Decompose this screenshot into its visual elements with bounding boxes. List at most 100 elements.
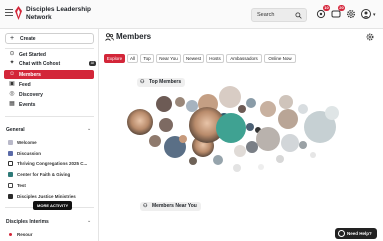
member-avatar[interactable] xyxy=(127,109,153,135)
divider xyxy=(5,116,94,117)
channel-label: Discussion xyxy=(17,150,42,156)
sidebar-item-discovery[interactable]: ◎ Discovery xyxy=(0,90,99,99)
member-avatar[interactable] xyxy=(234,145,246,157)
logo-icon xyxy=(15,6,22,20)
channel-label: Disciples Justice Ministries xyxy=(17,193,76,199)
section-disciples-interims[interactable]: Disciples Interims xyxy=(6,219,49,225)
channel-icon xyxy=(8,150,13,156)
channel-resources[interactable]: Resour xyxy=(0,230,99,239)
member-avatar[interactable] xyxy=(216,113,246,143)
sparkle-icon: ✦ xyxy=(9,60,15,66)
create-button[interactable]: + Create xyxy=(5,33,94,44)
help-label: Need Help? xyxy=(347,231,372,236)
channel-icon xyxy=(8,171,13,177)
divider xyxy=(5,48,94,49)
member-avatar[interactable] xyxy=(278,109,298,129)
chevron-down-icon[interactable]: ⌄ xyxy=(87,126,91,132)
member-avatar[interactable] xyxy=(175,97,185,107)
messages-button[interactable]: 20 xyxy=(331,5,345,19)
members-icon: ☺ xyxy=(9,71,16,77)
channel-icon xyxy=(8,139,13,145)
channel-disciples-justice[interactable]: Disciples Justice Ministries xyxy=(0,192,99,201)
discovery-icon: ◎ xyxy=(9,91,15,97)
group-title: Members Near You xyxy=(152,203,197,209)
sidebar-item-label: Events xyxy=(19,101,36,108)
gear-icon xyxy=(347,10,355,18)
create-label: Create xyxy=(20,36,36,42)
top-bar: Disciples Leadership Network Search 10 2… xyxy=(0,0,383,29)
sidebar-item-get-started[interactable]: ⊙ Get Started xyxy=(0,50,99,59)
sidebar-item-members[interactable]: ☺ Members xyxy=(4,70,94,79)
calendar-icon: ▦ xyxy=(9,101,15,107)
unread-dot-icon xyxy=(9,233,12,236)
tooltip: MORE ACTIVITY xyxy=(33,201,73,210)
channel-label: Test xyxy=(17,182,26,188)
member-avatar[interactable] xyxy=(260,101,276,117)
member-avatar[interactable] xyxy=(310,152,316,158)
sidebar-item-label: Discovery xyxy=(19,91,43,98)
member-avatar[interactable] xyxy=(276,155,284,163)
channel-discussion[interactable]: Discussion xyxy=(0,149,99,158)
compass-icon: ⊙ xyxy=(9,51,15,57)
section-general[interactable]: General xyxy=(6,127,25,133)
channel-icon xyxy=(8,182,13,188)
member-avatar[interactable] xyxy=(233,164,241,172)
user-avatar[interactable] xyxy=(361,9,371,19)
chevron-down-icon[interactable]: ▾ xyxy=(373,12,376,18)
member-avatar[interactable] xyxy=(325,106,339,120)
app-title[interactable]: Disciples Leadership Network xyxy=(26,6,116,22)
main-content: Members Explore All Top Near You Newest … xyxy=(100,29,383,241)
member-avatar[interactable] xyxy=(256,127,280,151)
channel-label: Welcome xyxy=(17,139,37,145)
notifications-button[interactable]: 10 xyxy=(316,5,330,19)
channel-welcome[interactable]: Welcome xyxy=(0,138,99,147)
sidebar-item-feed[interactable]: ▣ Feed xyxy=(0,80,99,89)
search-icon xyxy=(295,12,302,19)
channel-test[interactable]: Test xyxy=(0,181,99,190)
members-near-you-label: ⚇ Members Near You xyxy=(140,202,201,211)
member-avatar[interactable] xyxy=(186,100,198,112)
member-avatar[interactable] xyxy=(298,104,308,114)
feed-icon: ▣ xyxy=(9,81,15,87)
member-avatar[interactable] xyxy=(179,135,187,143)
member-avatar[interactable] xyxy=(189,157,197,165)
member-avatar[interactable] xyxy=(213,155,223,165)
need-help-button[interactable]: Need Help? xyxy=(335,228,377,239)
search-input[interactable]: Search xyxy=(251,8,307,22)
sidebar-item-label: Get Started xyxy=(19,51,46,58)
member-avatar[interactable] xyxy=(238,105,246,113)
member-avatar[interactable] xyxy=(246,123,254,131)
channel-label: Center for Faith & Giving xyxy=(17,171,71,177)
channel-icon xyxy=(8,193,13,199)
notifications-badge: 10 xyxy=(323,5,330,11)
member-avatar[interactable] xyxy=(156,96,172,112)
channel-center-faith-giving[interactable]: Center for Faith & Giving xyxy=(0,170,99,179)
channel-thriving-congregations[interactable]: Thriving Congregations 2025 C... xyxy=(0,159,99,168)
sidebar-item-label: Feed xyxy=(19,81,31,88)
channel-label: Resour xyxy=(17,231,33,237)
settings-button[interactable] xyxy=(346,9,356,19)
members-icon: ⚇ xyxy=(143,203,148,209)
member-avatar[interactable] xyxy=(246,141,258,153)
sidebar-item-label: Chat with Cohost xyxy=(19,60,61,67)
member-avatar[interactable] xyxy=(299,141,307,149)
sidebar-item-label: Members xyxy=(19,71,41,78)
sidebar-item-chat-with-cohost[interactable]: ✦ Chat with Cohost AI xyxy=(0,59,99,68)
user-icon xyxy=(363,11,369,18)
member-avatar[interactable] xyxy=(281,134,299,152)
member-avatar[interactable] xyxy=(279,95,293,109)
member-avatar[interactable] xyxy=(258,164,264,170)
member-avatar[interactable] xyxy=(246,98,256,108)
channel-icon xyxy=(8,160,13,166)
search-placeholder: Search xyxy=(257,12,275,18)
sidebar-item-events[interactable]: ▦ Events xyxy=(0,100,99,109)
help-icon xyxy=(338,230,345,237)
member-avatar[interactable] xyxy=(219,86,241,108)
plus-icon: + xyxy=(10,35,15,42)
member-avatar[interactable] xyxy=(149,135,161,147)
channel-label: Thriving Congregations 2025 C... xyxy=(17,160,88,166)
ai-badge: AI xyxy=(88,60,96,66)
member-avatar[interactable] xyxy=(159,118,173,132)
menu-icon[interactable] xyxy=(5,9,13,16)
chevron-down-icon[interactable]: ⌄ xyxy=(87,218,91,224)
